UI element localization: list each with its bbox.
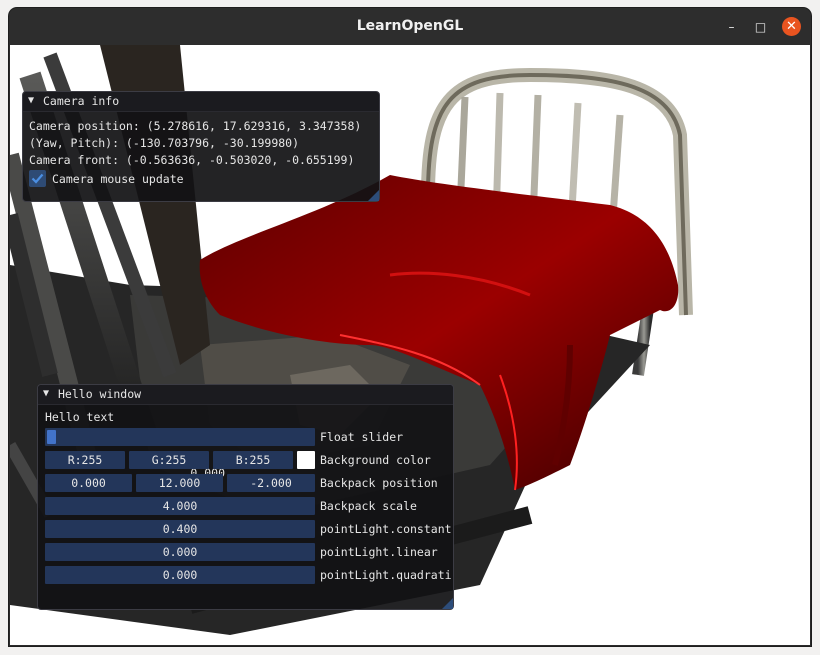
backpack-position-z[interactable]: -2.000 <box>227 474 315 492</box>
point-light-linear-field[interactable]: 0.000 <box>45 543 315 561</box>
point-light-constant-label: pointLight.constant <box>320 522 452 536</box>
app-window: LearnOpenGL – □ ✕ ▼ Camera info Camera p… <box>9 8 811 646</box>
camera-mouse-update-label: Camera mouse update <box>52 172 184 186</box>
resize-grip[interactable] <box>368 190 379 201</box>
hello-window-title: Hello window <box>58 387 142 401</box>
camera-info-header[interactable]: ▼ Camera info <box>23 92 379 112</box>
background-color-swatch[interactable] <box>297 451 315 469</box>
hello-window-header[interactable]: ▼ Hello window <box>38 385 453 405</box>
color-b-field[interactable]: B:255 <box>213 451 293 469</box>
opengl-viewport[interactable]: ▼ Camera info Camera position: (5.278616… <box>10 45 810 645</box>
color-r-field[interactable]: R:255 <box>45 451 125 469</box>
backpack-scale-field[interactable]: 4.000 <box>45 497 315 515</box>
point-light-constant-field[interactable]: 0.400 <box>45 520 315 538</box>
collapse-arrow-icon[interactable]: ▼ <box>43 388 49 399</box>
point-light-quadratic-label: pointLight.quadrati <box>320 568 452 582</box>
collapse-arrow-icon[interactable]: ▼ <box>28 95 34 106</box>
float-slider[interactable]: 0.000 <box>45 428 315 480</box>
float-slider-label: Float slider <box>320 430 404 444</box>
backpack-scale-label: Backpack scale <box>320 499 417 513</box>
camera-info-panel[interactable]: ▼ Camera info Camera position: (5.278616… <box>22 91 380 202</box>
point-light-quadratic-field[interactable]: 0.000 <box>45 566 315 584</box>
background-color-label: Background color <box>320 453 431 467</box>
yaw-pitch-text: (Yaw, Pitch): (-130.703796, -30.199980) <box>29 136 300 150</box>
maximize-button[interactable]: □ <box>751 17 770 36</box>
hello-window-panel[interactable]: ▼ Hello window Hello text 0.000 Float sl… <box>37 384 454 610</box>
slider-grab[interactable] <box>47 430 56 444</box>
window-title: LearnOpenGL <box>356 18 464 34</box>
title-bar[interactable]: LearnOpenGL – □ ✕ <box>9 8 811 45</box>
camera-mouse-update-checkbox[interactable] <box>29 170 46 187</box>
close-button[interactable]: ✕ <box>782 17 801 36</box>
backpack-position-label: Backpack position <box>320 476 438 490</box>
color-g-field[interactable]: G:255 <box>129 451 209 469</box>
resize-grip[interactable] <box>442 598 453 609</box>
hello-text: Hello text <box>45 410 115 424</box>
backpack-position-y[interactable]: 12.000 <box>136 474 223 492</box>
checkmark-icon <box>31 173 44 184</box>
point-light-linear-label: pointLight.linear <box>320 545 438 559</box>
minimize-button[interactable]: – <box>722 17 741 36</box>
backpack-position-x[interactable]: 0.000 <box>45 474 132 492</box>
camera-info-title: Camera info <box>43 94 120 108</box>
camera-front-text: Camera front: (-0.563636, -0.503020, -0.… <box>29 153 355 167</box>
camera-position-text: Camera position: (5.278616, 17.629316, 3… <box>29 119 362 133</box>
